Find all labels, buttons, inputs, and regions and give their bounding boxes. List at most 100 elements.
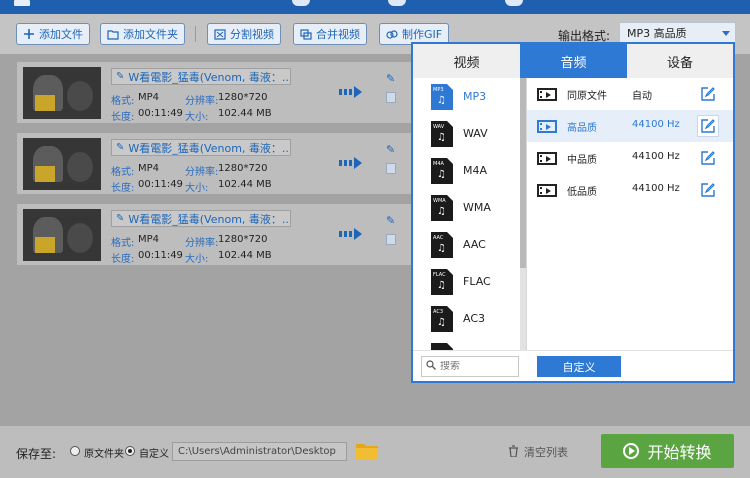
output-file-icon	[386, 234, 396, 245]
custom-format-button[interactable]: 自定义	[537, 356, 621, 377]
format-item-mp3[interactable]: MP3 ♫ MP3	[413, 78, 520, 115]
trash-icon	[508, 444, 519, 460]
edit-pencil-icon: ✎	[386, 214, 396, 227]
format-item-partial[interactable]	[413, 337, 520, 350]
add-file-label: 添加文件	[39, 28, 83, 41]
plus-icon	[23, 28, 35, 40]
duration-label: 长度:	[111, 112, 135, 123]
output-file-icon	[386, 163, 396, 174]
tab-device[interactable]: 设备	[627, 44, 733, 78]
quality-rate: 44100 Hz	[632, 183, 680, 194]
start-convert-button[interactable]: 开始转换	[601, 434, 734, 468]
edit-icon[interactable]	[697, 115, 719, 137]
m4a-file-icon: M4A ♫	[431, 157, 453, 184]
duration-label: 长度:	[111, 254, 135, 265]
format-item-wav[interactable]: WAV ♫ WAV	[413, 115, 520, 152]
scissors-icon	[214, 28, 226, 40]
edit-pencil-icon: ✎	[116, 142, 125, 153]
file-row[interactable]: ✎ W看電影_猛毒(Venom, 毒液：... 格式: MP4 分辨率: 128…	[17, 133, 412, 194]
output-settings-stub[interactable]: ✎	[382, 143, 412, 188]
convert-arrow-icon	[339, 157, 363, 169]
resolution-value: 1280*720	[218, 163, 268, 174]
folder-icon	[107, 28, 119, 40]
duration-label: 长度:	[111, 183, 135, 194]
format-label: 格式:	[111, 167, 135, 178]
radio-source-folder[interactable]	[70, 446, 80, 456]
edit-pencil-icon: ✎	[386, 143, 396, 156]
window-control-icon[interactable]	[505, 0, 523, 6]
popup-footer-divider	[413, 350, 733, 351]
file-row[interactable]: ✎ W看電影_猛毒(Venom, 毒液：... 格式: MP4 分辨率: 128…	[17, 204, 412, 265]
output-settings-stub[interactable]: ✎	[382, 214, 412, 259]
quality-rate: 自动	[632, 91, 652, 102]
quality-list: 同原文件 自动 高品质 44100 Hz 中品质 44100 Hz 低品质 44…	[527, 78, 733, 208]
add-folder-label: 添加文件夹	[123, 28, 178, 41]
play-circle-icon	[623, 443, 640, 459]
make-gif-label: 制作GIF	[402, 28, 443, 41]
format-item-ac3[interactable]: AC3 ♫ AC3	[413, 300, 520, 337]
file-name-field[interactable]: ✎ W看電影_猛毒(Venom, 毒液：...	[111, 139, 291, 156]
radio-source-folder-label[interactable]: 原文件夹	[84, 445, 124, 460]
format-name: WMA	[463, 201, 491, 214]
quality-item-low[interactable]: 低品质 44100 Hz	[527, 174, 733, 206]
clear-list-button[interactable]: 清空列表	[508, 444, 568, 460]
output-settings-stub[interactable]: ✎	[382, 72, 412, 117]
format-item-flac[interactable]: FLAC ♫ FLAC	[413, 263, 520, 300]
app-icon	[14, 0, 30, 6]
radio-custom-folder[interactable]	[125, 446, 135, 456]
format-item-aac[interactable]: AAC ♫ AAC	[413, 226, 520, 263]
format-name: MP3	[463, 90, 487, 103]
format-name: FLAC	[463, 275, 491, 288]
quality-rate: 44100 Hz	[632, 151, 680, 162]
browse-folder-icon[interactable]	[356, 442, 378, 460]
window-control-icon[interactable]	[388, 0, 406, 6]
split-video-label: 分割视频	[230, 28, 274, 41]
search-input[interactable]	[440, 361, 510, 372]
format-item-wma[interactable]: WMA ♫ WMA	[413, 189, 520, 226]
file-name-field[interactable]: ✎ W看電影_猛毒(Venom, 毒液：...	[111, 210, 291, 227]
tab-video[interactable]: 视频	[413, 44, 520, 78]
wav-file-icon: WAV ♫	[431, 120, 453, 147]
edit-icon[interactable]	[697, 147, 719, 169]
add-folder-button[interactable]: 添加文件夹	[100, 23, 185, 45]
file-name-field[interactable]: ✎ W看電影_猛毒(Venom, 毒液：...	[111, 68, 291, 85]
output-path-field[interactable]	[172, 442, 347, 461]
format-item-m4a[interactable]: M4A ♫ M4A	[413, 152, 520, 189]
merge-video-button[interactable]: 合并视频	[293, 23, 367, 45]
quality-item-medium[interactable]: 中品质 44100 Hz	[527, 142, 733, 174]
edit-icon[interactable]	[697, 83, 719, 105]
merge-video-label: 合并视频	[316, 28, 360, 41]
add-file-button[interactable]: 添加文件	[16, 23, 90, 45]
quality-item-original[interactable]: 同原文件 自动	[527, 78, 733, 110]
aac-file-icon: AAC ♫	[431, 231, 453, 258]
format-name: WAV	[463, 127, 488, 140]
edit-icon[interactable]	[697, 179, 719, 201]
gif-icon	[386, 28, 398, 40]
size-value: 102.44 MB	[218, 108, 272, 119]
save-to-label: 保存至:	[16, 447, 57, 461]
format-value: MP4	[138, 92, 160, 103]
file-row[interactable]: ✎ W看電影_猛毒(Venom, 毒液：... 格式: MP4 分辨率: 128…	[17, 62, 412, 123]
tab-audio[interactable]: 音频	[520, 44, 627, 78]
clear-list-label: 清空列表	[524, 446, 568, 459]
quality-name: 高品质	[567, 123, 597, 134]
film-icon	[537, 88, 557, 101]
split-video-button[interactable]: 分割视频	[207, 23, 281, 45]
quality-name: 低品质	[567, 187, 597, 198]
radio-custom-folder-label[interactable]: 自定义	[139, 445, 169, 460]
dropdown-arrow-icon	[722, 31, 730, 36]
title-bar	[0, 0, 750, 14]
file-name: W看電影_猛毒(Venom, 毒液：...	[128, 212, 291, 226]
format-search-box[interactable]	[421, 356, 519, 377]
quality-name: 同原文件	[567, 91, 607, 102]
film-icon	[537, 184, 557, 197]
format-value: MP4	[138, 234, 160, 245]
output-format-select[interactable]: MP3 高品质	[619, 22, 736, 44]
quality-item-high[interactable]: 高品质 44100 Hz	[527, 110, 733, 142]
duration-value: 00:11:49	[138, 179, 183, 190]
format-name: M4A	[463, 164, 488, 177]
size-value: 102.44 MB	[218, 179, 272, 190]
size-value: 102.44 MB	[218, 250, 272, 261]
window-control-icon[interactable]	[292, 0, 310, 6]
video-thumbnail	[23, 67, 101, 119]
